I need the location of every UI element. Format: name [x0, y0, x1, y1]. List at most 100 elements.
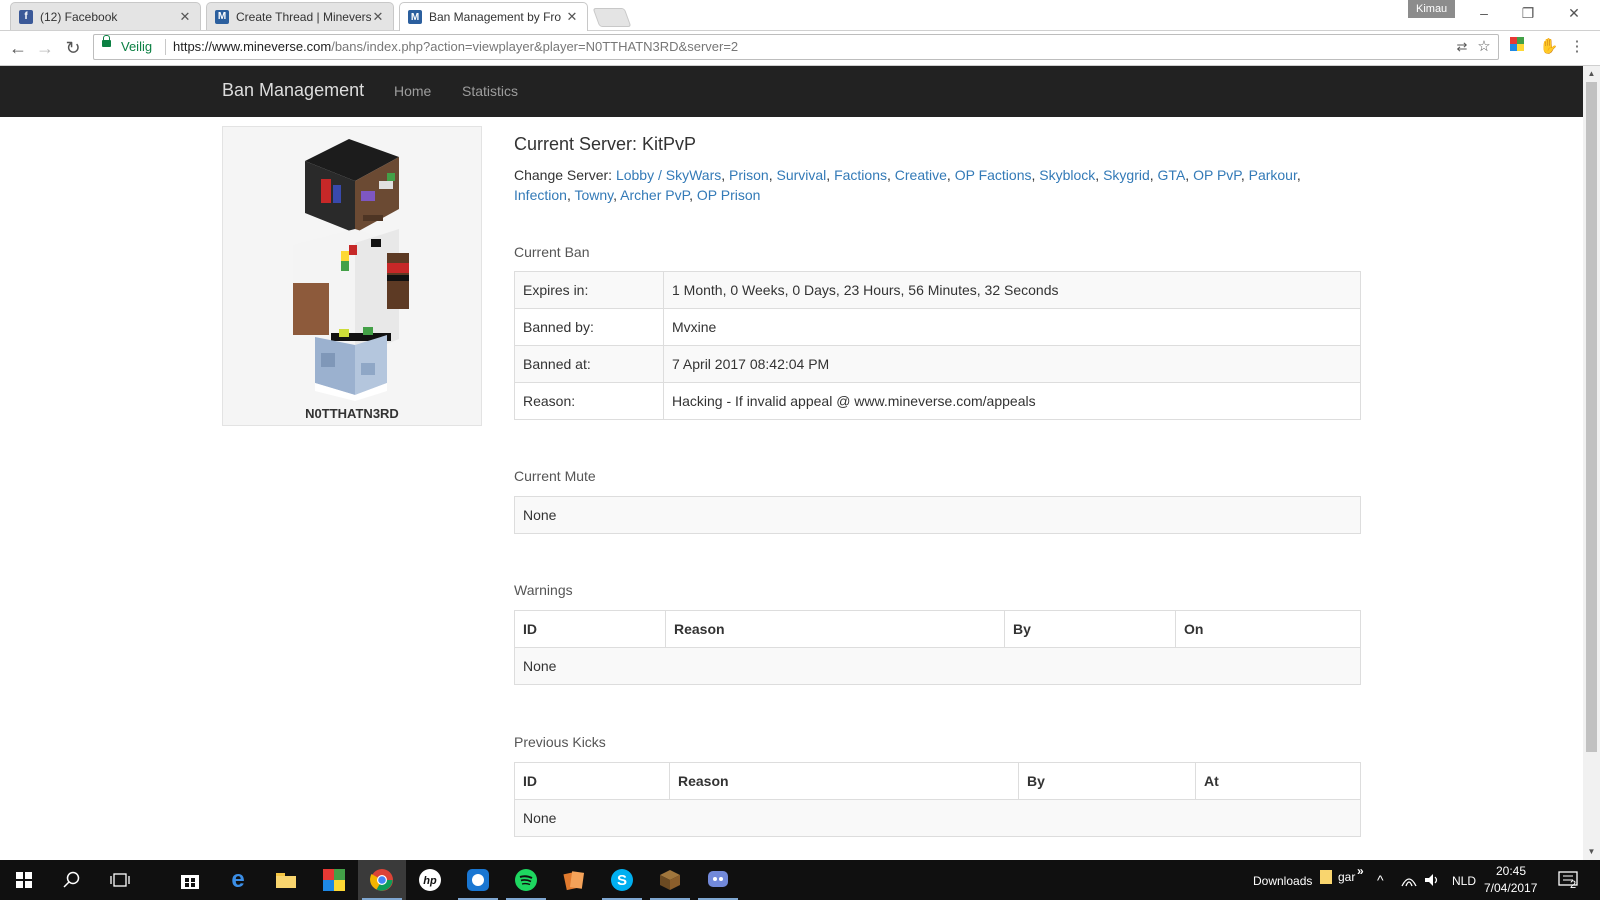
restore-icon[interactable]: ❐ [1506, 2, 1550, 24]
new-tab-button[interactable] [592, 8, 632, 27]
nav-home[interactable]: Home [394, 83, 431, 99]
server-link[interactable]: Prison [729, 167, 769, 183]
server-link[interactable]: Survival [777, 167, 827, 183]
table-row: Banned at: 7 April 2017 08:42:04 PM [514, 345, 1361, 383]
server-link[interactable]: Creative [895, 167, 947, 183]
search-button[interactable] [48, 860, 96, 900]
wifi-icon[interactable] [1401, 873, 1417, 887]
page-scrollbar[interactable]: ▲ ▼ [1583, 66, 1600, 860]
server-link[interactable]: Infection [514, 187, 567, 203]
nav-statistics[interactable]: Statistics [462, 83, 518, 99]
taskbar-app-blue[interactable] [454, 860, 502, 900]
windows-icon [16, 872, 32, 888]
browser-tab-facebook[interactable]: f (12) Facebook ✕ [10, 2, 201, 30]
browser-tab-ban-management[interactable]: M Ban Management by Fro ✕ [399, 2, 588, 31]
server-link-separator: , [721, 167, 730, 183]
extension-icon[interactable] [1506, 36, 1528, 58]
taskbar-minecraft[interactable] [646, 860, 694, 900]
folder-icon [1320, 870, 1332, 884]
profile-button[interactable]: Kimau [1408, 0, 1456, 18]
url-text[interactable]: https://www.mineverse.com/bans/index.php… [173, 39, 738, 54]
column-header-on: On [1175, 610, 1361, 648]
close-icon[interactable]: ✕ [371, 9, 385, 25]
table-header-row: ID Reason By On [514, 610, 1361, 648]
translate-icon[interactable]: ⇄ [1451, 36, 1473, 58]
volume-icon[interactable] [1424, 873, 1440, 887]
reload-icon[interactable]: ↻ [61, 36, 85, 60]
chevron-right-icon[interactable]: » [1357, 864, 1364, 878]
taskbar-skype[interactable]: S [598, 860, 646, 900]
downloads-toolbar[interactable]: Downloads [1253, 874, 1312, 888]
site-brand[interactable]: Ban Management [222, 80, 364, 101]
scroll-down-icon[interactable]: ▼ [1583, 844, 1600, 860]
server-link[interactable]: Skygrid [1103, 167, 1150, 183]
previous-kicks-title: Previous Kicks [514, 734, 606, 750]
taskbar-hp[interactable]: hp [406, 860, 454, 900]
change-server-label: Change Server: [514, 167, 613, 183]
taskbar-explorer[interactable] [262, 860, 310, 900]
search-icon [63, 871, 80, 888]
server-link[interactable]: Skyblock [1039, 167, 1095, 183]
server-link[interactable]: Towny [574, 187, 613, 203]
server-link[interactable]: OP Prison [697, 187, 761, 203]
chevron-up-icon[interactable]: ^ [1377, 872, 1384, 888]
taskbar-app-colorful[interactable] [310, 860, 358, 900]
column-header-id: ID [514, 762, 670, 800]
taskbar-app-cards[interactable] [550, 860, 598, 900]
taskbar-store[interactable] [166, 860, 214, 900]
column-header-at: At [1195, 762, 1361, 800]
ban-field-label: Banned by: [514, 308, 664, 346]
minimize-icon[interactable]: – [1462, 2, 1506, 24]
table-row: Reason: Hacking - If invalid appeal @ www… [514, 382, 1361, 420]
ban-field-value: 1 Month, 0 Weeks, 0 Days, 23 Hours, 56 M… [663, 271, 1361, 309]
color-app-icon [323, 869, 345, 891]
player-name: N0TTHATN3RD [305, 406, 399, 421]
back-icon[interactable]: ← [6, 36, 30, 60]
spotify-icon [515, 869, 537, 891]
language-indicator[interactable]: NLD [1452, 874, 1476, 888]
server-link[interactable]: Factions [834, 167, 887, 183]
current-ban-table: Expires in: 1 Month, 0 Weeks, 0 Days, 23 … [514, 271, 1361, 420]
clock-date[interactable]: 7/04/2017 [1484, 881, 1537, 895]
table-row: Expires in: 1 Month, 0 Weeks, 0 Days, 23 … [514, 271, 1361, 309]
table-row: None [514, 647, 1361, 685]
mute-value: None [514, 496, 1361, 534]
folder-icon [276, 873, 296, 888]
tab-title: (12) Facebook [40, 9, 118, 24]
server-link[interactable]: GTA [1158, 167, 1186, 183]
taskbar-chrome[interactable] [358, 860, 406, 900]
taskbar-discord[interactable] [694, 860, 742, 900]
server-link-separator: , [1095, 167, 1104, 183]
browser-tab-create-thread[interactable]: M Create Thread | Minevers ✕ [206, 2, 394, 30]
cards-icon [563, 871, 585, 891]
scroll-up-icon[interactable]: ▲ [1583, 66, 1600, 82]
menu-icon[interactable]: ⋮ [1566, 36, 1588, 58]
warnings-title: Warnings [514, 582, 573, 598]
server-link[interactable]: OP Factions [955, 167, 1032, 183]
server-link[interactable]: Archer PvP [620, 187, 689, 203]
close-icon[interactable]: ✕ [565, 9, 579, 25]
folder-toolbar-label[interactable]: gar [1338, 870, 1355, 884]
server-link-separator: , [768, 167, 777, 183]
start-button[interactable] [0, 860, 48, 900]
task-view-icon [110, 873, 130, 887]
extension-hand-icon[interactable]: ✋ [1538, 36, 1560, 58]
forward-icon[interactable]: → [33, 36, 57, 60]
security-label: Veilig [121, 39, 153, 54]
close-icon[interactable]: ✕ [178, 9, 192, 25]
taskbar-edge[interactable]: e [214, 860, 262, 900]
column-header-by: By [1004, 610, 1176, 648]
taskbar-spotify[interactable] [502, 860, 550, 900]
server-link-separator: , [826, 167, 835, 183]
clock-time[interactable]: 20:45 [1496, 864, 1526, 878]
server-link[interactable]: OP PvP [1193, 167, 1241, 183]
task-view-button[interactable] [96, 860, 144, 900]
current-server-title: Current Server: KitPvP [514, 134, 697, 154]
scrollbar-thumb[interactable] [1586, 82, 1597, 752]
server-link[interactable]: Parkour [1249, 167, 1297, 183]
address-bar[interactable]: Veilig https://www.mineverse.com/bans/in… [93, 34, 1499, 60]
ban-field-label: Banned at: [514, 345, 664, 383]
server-link[interactable]: Lobby / SkyWars [616, 167, 721, 183]
star-icon[interactable]: ☆ [1473, 36, 1495, 58]
close-window-icon[interactable]: ✕ [1552, 2, 1596, 24]
